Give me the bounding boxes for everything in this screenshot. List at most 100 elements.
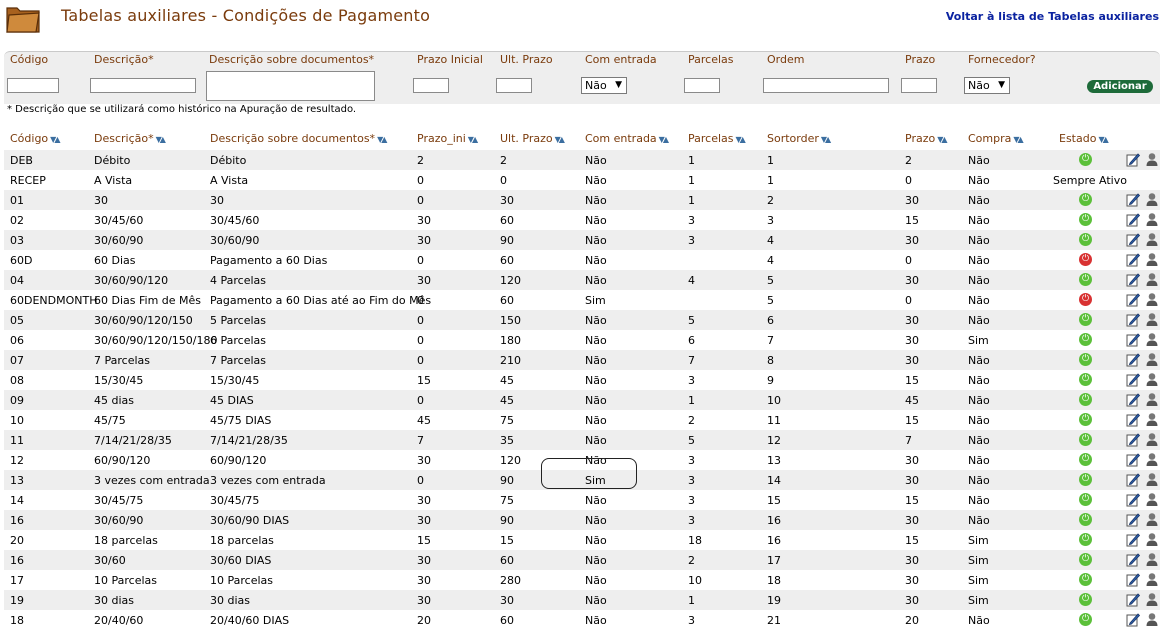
- column-header-sortorder[interactable]: Sortorder ▼▲: [767, 132, 831, 145]
- edit-icon[interactable]: [1126, 372, 1140, 387]
- edit-icon[interactable]: [1126, 472, 1140, 487]
- sort-icon[interactable]: ▼▲: [659, 135, 669, 144]
- edit-icon[interactable]: [1126, 612, 1140, 627]
- sort-icon[interactable]: ▼▲: [1013, 135, 1023, 144]
- ordem-input[interactable]: [763, 78, 889, 93]
- user-icon[interactable]: [1146, 552, 1158, 567]
- user-icon[interactable]: [1146, 312, 1158, 327]
- edit-icon[interactable]: [1126, 212, 1140, 227]
- descricao-input[interactable]: [90, 78, 196, 93]
- sort-icon[interactable]: ▼▲: [821, 135, 831, 144]
- edit-icon[interactable]: [1126, 352, 1140, 367]
- com-entrada-select[interactable]: Não ▼: [581, 77, 627, 94]
- codigo-input[interactable]: [7, 78, 59, 93]
- column-header-prazo-ini[interactable]: Prazo_ini ▼▲: [417, 132, 478, 145]
- sort-icon[interactable]: ▼▲: [50, 135, 60, 144]
- status-active-icon[interactable]: ⏻: [1079, 613, 1092, 626]
- sort-icon[interactable]: ▼▲: [1098, 135, 1108, 144]
- column-header-parcelas[interactable]: Parcelas ▼▲: [688, 132, 746, 145]
- user-icon[interactable]: [1146, 452, 1158, 467]
- status-active-icon[interactable]: ⏻: [1079, 333, 1092, 346]
- sort-icon[interactable]: ▼▲: [468, 135, 478, 144]
- edit-icon[interactable]: [1126, 272, 1140, 287]
- status-active-icon[interactable]: ⏻: [1079, 433, 1092, 446]
- user-icon[interactable]: [1146, 212, 1158, 227]
- status-active-icon[interactable]: ⏻: [1079, 493, 1092, 506]
- edit-icon[interactable]: [1126, 332, 1140, 347]
- status-active-icon[interactable]: ⏻: [1079, 533, 1092, 546]
- user-icon[interactable]: [1146, 412, 1158, 427]
- status-active-icon[interactable]: ⏻: [1079, 453, 1092, 466]
- status-active-icon[interactable]: ⏻: [1079, 313, 1092, 326]
- sort-icon[interactable]: ▼▲: [937, 135, 947, 144]
- column-header-ult-prazo[interactable]: Ult. Prazo ▼▲: [500, 132, 565, 145]
- user-icon[interactable]: [1146, 232, 1158, 247]
- status-active-icon[interactable]: ⏻: [1079, 193, 1092, 206]
- user-icon[interactable]: [1146, 152, 1158, 167]
- status-active-icon[interactable]: ⏻: [1079, 273, 1092, 286]
- column-header-prazo[interactable]: Prazo ▼▲: [905, 132, 948, 145]
- column-header-com-entrada[interactable]: Com entrada ▼▲: [585, 132, 669, 145]
- user-icon[interactable]: [1146, 372, 1158, 387]
- column-header-descricao-docs[interactable]: Descrição sobre documentos* ▼▲: [210, 132, 387, 145]
- user-icon[interactable]: [1146, 492, 1158, 507]
- sort-icon[interactable]: ▼▲: [377, 135, 387, 144]
- parcelas-input[interactable]: [684, 78, 720, 93]
- edit-icon[interactable]: [1126, 232, 1140, 247]
- user-icon[interactable]: [1146, 192, 1158, 207]
- edit-icon[interactable]: [1126, 572, 1140, 587]
- user-icon[interactable]: [1146, 572, 1158, 587]
- descricao-docs-textarea[interactable]: [206, 71, 375, 101]
- status-active-icon[interactable]: ⏻: [1079, 153, 1092, 166]
- sort-icon[interactable]: ▼▲: [736, 135, 746, 144]
- status-inactive-icon[interactable]: ⏻: [1079, 253, 1092, 266]
- user-icon[interactable]: [1146, 272, 1158, 287]
- status-active-icon[interactable]: ⏻: [1079, 233, 1092, 246]
- user-icon[interactable]: [1146, 592, 1158, 607]
- edit-icon[interactable]: [1126, 252, 1140, 267]
- status-active-icon[interactable]: ⏻: [1079, 353, 1092, 366]
- back-to-list-link[interactable]: Voltar à lista de Tabelas auxiliares: [946, 10, 1159, 23]
- user-icon[interactable]: [1146, 512, 1158, 527]
- column-header-estado[interactable]: Estado ▼▲: [1059, 132, 1109, 145]
- edit-icon[interactable]: [1126, 292, 1140, 307]
- edit-icon[interactable]: [1126, 192, 1140, 207]
- column-header-compra[interactable]: Compra ▼▲: [968, 132, 1024, 145]
- column-header-descricao[interactable]: Descrição* ▼▲: [94, 132, 166, 145]
- user-icon[interactable]: [1146, 612, 1158, 627]
- sort-icon[interactable]: ▼▲: [156, 135, 166, 144]
- user-icon[interactable]: [1146, 332, 1158, 347]
- ult-prazo-input[interactable]: [496, 78, 532, 93]
- edit-icon[interactable]: [1126, 452, 1140, 467]
- user-icon[interactable]: [1146, 292, 1158, 307]
- status-active-icon[interactable]: ⏻: [1079, 373, 1092, 386]
- edit-icon[interactable]: [1126, 512, 1140, 527]
- column-header-codigo[interactable]: Código ▼▲: [10, 132, 61, 145]
- status-active-icon[interactable]: ⏻: [1079, 553, 1092, 566]
- edit-icon[interactable]: [1126, 152, 1140, 167]
- edit-icon[interactable]: [1126, 432, 1140, 447]
- edit-icon[interactable]: [1126, 312, 1140, 327]
- edit-icon[interactable]: [1126, 532, 1140, 547]
- status-active-icon[interactable]: ⏻: [1079, 513, 1092, 526]
- edit-icon[interactable]: [1126, 392, 1140, 407]
- user-icon[interactable]: [1146, 252, 1158, 267]
- prazo-input[interactable]: [901, 78, 937, 93]
- add-button[interactable]: Adicionar: [1087, 80, 1153, 93]
- user-icon[interactable]: [1146, 392, 1158, 407]
- status-active-icon[interactable]: ⏻: [1079, 593, 1092, 606]
- prazo-inicial-input[interactable]: [413, 78, 449, 93]
- user-icon[interactable]: [1146, 532, 1158, 547]
- fornecedor-select[interactable]: Não ▼: [964, 77, 1010, 94]
- status-active-icon[interactable]: ⏻: [1079, 473, 1092, 486]
- sort-icon[interactable]: ▼▲: [555, 135, 565, 144]
- user-icon[interactable]: [1146, 352, 1158, 367]
- status-inactive-icon[interactable]: ⏻: [1079, 293, 1092, 306]
- user-icon[interactable]: [1146, 432, 1158, 447]
- status-active-icon[interactable]: ⏻: [1079, 213, 1092, 226]
- status-active-icon[interactable]: ⏻: [1079, 393, 1092, 406]
- edit-icon[interactable]: [1126, 592, 1140, 607]
- status-active-icon[interactable]: ⏻: [1079, 413, 1092, 426]
- edit-icon[interactable]: [1126, 492, 1140, 507]
- edit-icon[interactable]: [1126, 412, 1140, 427]
